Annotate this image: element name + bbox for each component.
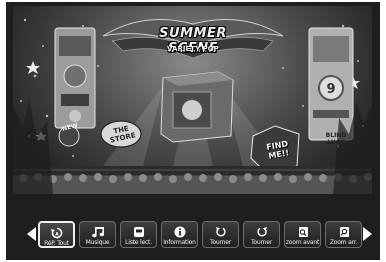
zoom-out-label: Zoom arr. xyxy=(329,239,358,246)
zoom-out-icon xyxy=(339,227,349,237)
zoom-in-icon xyxy=(298,227,308,237)
zoom-in-label: zoom avant xyxy=(285,239,320,246)
repeat-all-label: RéP. Tout xyxy=(44,240,69,247)
rotate-left-button[interactable]: Tourner xyxy=(202,221,239,248)
playlist-icon xyxy=(133,227,144,237)
poster-subtitle-text: VARIETY POP xyxy=(167,45,219,53)
music-note-icon xyxy=(91,227,104,238)
info-icon xyxy=(174,226,185,238)
left-product-box xyxy=(54,27,96,129)
right-product-box: 9 xyxy=(308,27,354,141)
blind-box-text: BLIND LUCK xyxy=(325,132,347,146)
svg-text:A: A xyxy=(55,232,59,238)
playlist-label: Liste lect. xyxy=(125,239,152,246)
rotate-left-label: Tourner xyxy=(209,239,232,246)
music-label: Musique xyxy=(85,239,110,246)
rotate-right-icon xyxy=(256,227,267,237)
zoom-out-button[interactable]: Zoom arr. xyxy=(325,221,362,248)
repeat-all-button[interactable]: A RéP. Tout xyxy=(38,221,75,248)
scroll-left-arrow-icon[interactable] xyxy=(27,227,36,241)
center-product-box xyxy=(160,71,234,143)
slideshow-screen: 9 SUMMER SCENE VARIETY POP THE STORE FIN… xyxy=(6,2,380,260)
information-label: Information xyxy=(163,239,196,246)
rotate-right-label: Tourner xyxy=(250,239,273,246)
rotate-left-icon xyxy=(215,227,226,237)
music-button[interactable]: Musique xyxy=(79,221,116,248)
zoom-in-button[interactable]: zoom avant xyxy=(284,221,321,248)
information-button[interactable]: Information xyxy=(161,221,198,248)
rotate-right-button[interactable]: Tourner xyxy=(243,221,280,248)
repeat-all-icon: A xyxy=(50,227,62,239)
playlist-button[interactable]: Liste lect. xyxy=(120,221,157,248)
svg-text:9: 9 xyxy=(326,82,335,97)
scroll-right-arrow-icon[interactable] xyxy=(363,227,372,241)
photo-display: 9 SUMMER SCENE VARIETY POP THE STORE FIN… xyxy=(13,6,372,194)
